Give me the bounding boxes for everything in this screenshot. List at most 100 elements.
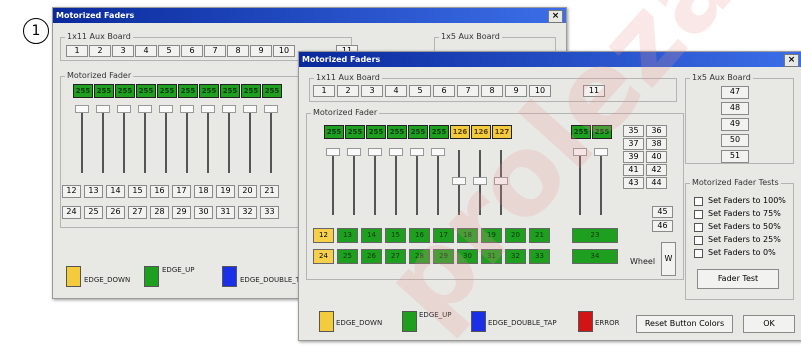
back-row1-button[interactable]: 18 <box>194 185 213 198</box>
back-fader-knob[interactable] <box>264 105 278 113</box>
front-side-button-46[interactable]: 46 <box>652 220 673 232</box>
front-fader-knob[interactable] <box>326 148 340 156</box>
front-row1-button[interactable]: 14 <box>361 228 382 243</box>
back-aux11-button[interactable]: 2 <box>89 45 111 57</box>
back-fader-knob[interactable] <box>75 105 89 113</box>
front-side-button[interactable]: 43 <box>623 177 644 189</box>
back-row2-button[interactable]: 29 <box>172 206 191 219</box>
front-row1-button[interactable]: 18 <box>457 228 478 243</box>
front-side-button[interactable]: 35 <box>623 125 644 137</box>
front-row1-button[interactable]: 15 <box>385 228 406 243</box>
back-row2-button[interactable]: 30 <box>194 206 213 219</box>
back-row1-button[interactable]: 14 <box>106 185 125 198</box>
front-aux5-button[interactable]: 51 <box>721 150 749 163</box>
front-wheel-button[interactable]: W <box>661 242 676 276</box>
back-fader-knob[interactable] <box>201 105 215 113</box>
front-aux11-button[interactable]: 7 <box>457 85 479 97</box>
front-row1-button[interactable]: 12 <box>313 228 334 243</box>
back-row2-button[interactable]: 32 <box>238 206 257 219</box>
front-aux11-button[interactable]: 10 <box>529 85 551 97</box>
front-test-checkbox[interactable] <box>694 223 703 232</box>
front-row1-button[interactable]: 20 <box>505 228 526 243</box>
back-row2-button[interactable]: 26 <box>106 206 125 219</box>
back-row1-button[interactable]: 12 <box>62 185 81 198</box>
front-test-checkbox[interactable] <box>694 210 703 219</box>
front-row2-button[interactable]: 27 <box>385 249 406 264</box>
back-fader-knob[interactable] <box>222 105 236 113</box>
front-row2-button[interactable]: 33 <box>529 249 550 264</box>
front-side-button[interactable]: 38 <box>646 138 667 150</box>
front-row2-button[interactable]: 29 <box>433 249 454 264</box>
front-aux11-button[interactable]: 1 <box>313 85 335 97</box>
back-row1-button[interactable]: 20 <box>238 185 257 198</box>
front-side-button[interactable]: 44 <box>646 177 667 189</box>
front-row2-button[interactable]: 25 <box>337 249 358 264</box>
back-aux11-button[interactable]: 1 <box>66 45 88 57</box>
front-aux11-button[interactable]: 3 <box>361 85 383 97</box>
back-aux11-button[interactable]: 3 <box>112 45 134 57</box>
front-row2-button[interactable]: 32 <box>505 249 526 264</box>
front-aux11-button[interactable]: 4 <box>385 85 407 97</box>
front-row2-button-34[interactable]: 34 <box>572 249 618 264</box>
back-aux11-button[interactable]: 8 <box>227 45 249 57</box>
back-aux11-button[interactable]: 10 <box>273 45 295 57</box>
front-side-button[interactable]: 41 <box>623 164 644 176</box>
front-row2-button[interactable]: 31 <box>481 249 502 264</box>
front-side-button[interactable]: 37 <box>623 138 644 150</box>
back-row2-button[interactable]: 33 <box>260 206 279 219</box>
front-fader-test-button[interactable]: Fader Test <box>697 269 779 289</box>
back-aux11-button[interactable]: 9 <box>250 45 272 57</box>
front-fader-knob[interactable] <box>473 177 487 185</box>
back-row1-button[interactable]: 13 <box>84 185 103 198</box>
back-fader-knob[interactable] <box>180 105 194 113</box>
front-aux11-button[interactable]: 5 <box>409 85 431 97</box>
back-fader-knob[interactable] <box>138 105 152 113</box>
back-aux11-button[interactable]: 7 <box>204 45 226 57</box>
front-test-checkbox[interactable] <box>694 197 703 206</box>
front-fader-knob[interactable] <box>410 148 424 156</box>
front-master-knob[interactable] <box>573 148 587 156</box>
front-row1-button[interactable]: 13 <box>337 228 358 243</box>
front-test-checkbox[interactable] <box>694 249 703 258</box>
front-aux5-button[interactable]: 49 <box>721 118 749 131</box>
front-row1-button[interactable]: 16 <box>409 228 430 243</box>
front-row2-button[interactable]: 30 <box>457 249 478 264</box>
front-side-button[interactable]: 39 <box>623 151 644 163</box>
back-row1-button[interactable]: 16 <box>150 185 169 198</box>
front-aux11-button[interactable]: 8 <box>481 85 503 97</box>
front-row1-button[interactable]: 19 <box>481 228 502 243</box>
front-fader-knob[interactable] <box>389 148 403 156</box>
front-aux5-button[interactable]: 50 <box>721 134 749 147</box>
front-row1-button[interactable]: 21 <box>529 228 550 243</box>
back-row1-button[interactable]: 17 <box>172 185 191 198</box>
back-row2-button[interactable]: 31 <box>216 206 235 219</box>
back-fader-knob[interactable] <box>96 105 110 113</box>
back-row1-button[interactable]: 21 <box>260 185 279 198</box>
reset-colors-button[interactable]: Reset Button Colors <box>636 315 733 333</box>
back-fader-knob[interactable] <box>117 105 131 113</box>
front-row1-button[interactable]: 17 <box>433 228 454 243</box>
front-aux11-button[interactable]: 9 <box>505 85 527 97</box>
back-aux11-button[interactable]: 6 <box>181 45 203 57</box>
back-row2-button[interactable]: 24 <box>62 206 81 219</box>
front-aux11-button[interactable]: 6 <box>433 85 455 97</box>
front-side-button[interactable]: 42 <box>646 164 667 176</box>
front-aux11-button-11[interactable]: 11 <box>583 85 605 97</box>
ok-button[interactable]: OK <box>743 315 795 333</box>
front-side-button[interactable]: 40 <box>646 151 667 163</box>
front-test-checkbox[interactable] <box>694 236 703 245</box>
back-fader-knob[interactable] <box>243 105 257 113</box>
back-aux11-button[interactable]: 5 <box>158 45 180 57</box>
back-close-button[interactable]: × <box>548 10 563 23</box>
front-row2-button[interactable]: 26 <box>361 249 382 264</box>
front-master-knob[interactable] <box>594 148 608 156</box>
back-fader-knob[interactable] <box>159 105 173 113</box>
back-aux11-button[interactable]: 4 <box>135 45 157 57</box>
front-fader-knob[interactable] <box>347 148 361 156</box>
front-fader-knob[interactable] <box>368 148 382 156</box>
back-row1-button[interactable]: 15 <box>128 185 147 198</box>
back-row2-button[interactable]: 25 <box>84 206 103 219</box>
front-close-button[interactable]: × <box>784 54 799 67</box>
front-aux11-button[interactable]: 2 <box>337 85 359 97</box>
front-aux5-button[interactable]: 47 <box>721 86 749 99</box>
